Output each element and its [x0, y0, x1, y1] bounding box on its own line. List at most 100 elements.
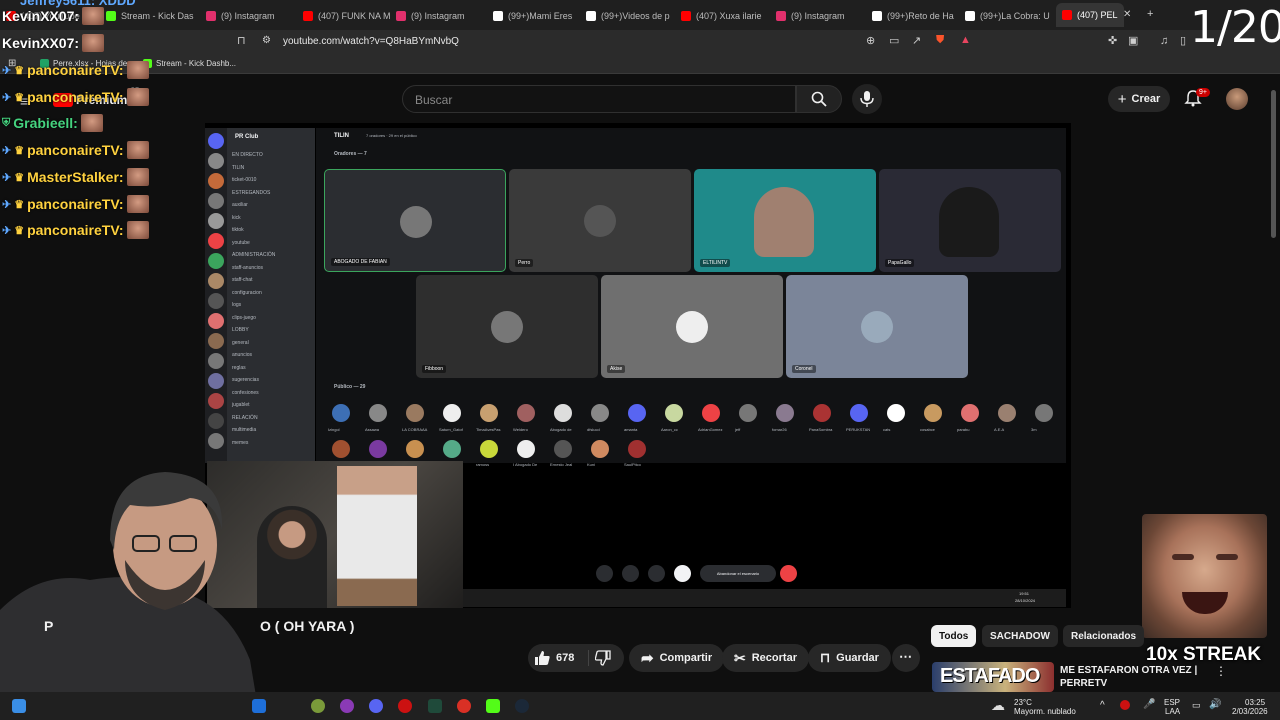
audience-avatar[interactable]: [406, 440, 424, 458]
stage-disconnect-button[interactable]: [780, 565, 797, 582]
url-text[interactable]: youtube.com/watch?v=Q8HaBYmNvbQ: [283, 36, 459, 47]
discord-server-icon[interactable]: [208, 393, 224, 409]
discord-server-icon[interactable]: [208, 193, 224, 209]
extensions-icon[interactable]: ✜: [1108, 36, 1117, 47]
tray-mic-icon[interactable]: 🎤: [1143, 699, 1155, 710]
bookmark-kick[interactable]: Stream - Kick Dashb...: [143, 59, 236, 68]
recommended-title[interactable]: ME ESTAFARON OTRA VEZ | PERRETV: [1060, 664, 1210, 690]
discord-server-icon[interactable]: [208, 353, 224, 369]
speaker-tile[interactable]: PapaGallo: [879, 169, 1061, 272]
audience-avatar[interactable]: [591, 404, 609, 422]
audience-avatar[interactable]: [369, 440, 387, 458]
zoom-icon[interactable]: ⊕: [866, 36, 875, 47]
audience-avatar[interactable]: [554, 440, 572, 458]
windows-start-icon[interactable]: [12, 699, 26, 713]
audience-avatar[interactable]: [628, 404, 646, 422]
audience-avatar[interactable]: [480, 440, 498, 458]
discord-server-icon[interactable]: [208, 153, 224, 169]
discord-channel-item[interactable]: ticket-0010: [232, 177, 256, 183]
stage-mute-button[interactable]: [596, 565, 613, 582]
speaker-tile[interactable]: Coronel: [786, 275, 968, 378]
discord-channel-item[interactable]: general: [232, 340, 249, 346]
browser-tab[interactable]: (407) Xuxa ilarie: [681, 6, 762, 26]
speaker-tile[interactable]: Akise: [601, 275, 783, 378]
audience-avatar[interactable]: [739, 404, 757, 422]
discord-taskbar-icon[interactable]: [369, 699, 383, 713]
create-button[interactable]: + Crear: [1108, 86, 1170, 112]
new-tab-icon[interactable]: +: [1147, 9, 1153, 20]
browser-tab[interactable]: (99+)La Cobra: U: [965, 6, 1050, 26]
dislike-button[interactable]: [590, 644, 624, 672]
audience-avatar[interactable]: [554, 404, 572, 422]
discord-channel-item[interactable]: anuncios: [232, 352, 252, 358]
taskbar-app-2-icon[interactable]: [311, 699, 325, 713]
share-button[interactable]: ➦ Compartir: [629, 644, 725, 672]
tray-app-icon[interactable]: [1120, 700, 1130, 710]
brave-rewards-icon[interactable]: ▲: [960, 35, 971, 46]
discord-channel-item[interactable]: TILIN: [232, 165, 244, 171]
browser-tab[interactable]: (9) Instagram: [776, 6, 845, 26]
recommended-thumbnail[interactable]: ESTAFADO: [932, 662, 1054, 692]
stage-camera-button[interactable]: [622, 565, 639, 582]
audience-avatar[interactable]: [480, 404, 498, 422]
discord-server-icon[interactable]: [208, 233, 224, 249]
media-icon[interactable]: ♫: [1160, 36, 1168, 47]
browser-tab[interactable]: (9) Instagram: [206, 6, 275, 26]
stage-share-button[interactable]: [648, 565, 665, 582]
weather-desc[interactable]: Mayorm. nublado: [1014, 707, 1076, 717]
audience-avatar[interactable]: [406, 404, 424, 422]
like-button[interactable]: 678: [528, 644, 588, 672]
page-scrollbar[interactable]: [1271, 90, 1276, 238]
discord-channel-item[interactable]: kick: [232, 215, 241, 221]
browser-tab[interactable]: (99+)Reto de Ha: [872, 6, 954, 26]
discord-server-icon[interactable]: [208, 273, 224, 289]
discord-server-icon[interactable]: [208, 133, 224, 149]
opera-taskbar-icon[interactable]: [398, 699, 412, 713]
close-tab-icon[interactable]: ✕: [1123, 10, 1131, 20]
language-layout[interactable]: LAA: [1165, 707, 1180, 717]
discord-channel-item[interactable]: RELACIÓN: [232, 415, 258, 421]
recommended-menu-icon[interactable]: ⋮: [1215, 664, 1227, 678]
cast-icon[interactable]: ▭: [889, 36, 899, 47]
audience-avatar[interactable]: [517, 404, 535, 422]
stage-leave-button[interactable]: Abandonar el escenario: [700, 565, 776, 582]
chip-sachadow[interactable]: SACHADOW: [982, 625, 1058, 647]
audience-avatar[interactable]: [850, 404, 868, 422]
discord-server-icon[interactable]: [208, 173, 224, 189]
audience-avatar[interactable]: [665, 404, 683, 422]
chip-todos[interactable]: Todos: [931, 625, 977, 647]
audience-avatar[interactable]: [591, 440, 609, 458]
bookmark-icon[interactable]: ⊓: [237, 36, 246, 47]
search-button[interactable]: [796, 85, 842, 113]
speaker-tile[interactable]: ELTILINTV: [694, 169, 876, 272]
discord-channel-item[interactable]: configuracion: [232, 290, 262, 296]
browser-tab[interactable]: (9) Instagram: [396, 6, 465, 26]
save-button[interactable]: ⊓ Guardar: [808, 644, 891, 672]
discord-channel-item[interactable]: logs: [232, 302, 241, 308]
browser-tab[interactable]: (407) PEL: [1056, 3, 1124, 27]
audience-avatar[interactable]: [443, 404, 461, 422]
discord-server-icon[interactable]: [208, 293, 224, 309]
discord-server-icon[interactable]: [208, 413, 224, 429]
discord-channel-item[interactable]: clips-juego: [232, 315, 256, 321]
audience-avatar[interactable]: [1035, 404, 1053, 422]
audience-avatar[interactable]: [961, 404, 979, 422]
taskbar-app-3-icon[interactable]: [340, 699, 354, 713]
voice-search-button[interactable]: [852, 84, 882, 114]
discord-channel-item[interactable]: reglas: [232, 365, 246, 371]
discord-server-icon[interactable]: [208, 213, 224, 229]
chrome-taskbar-icon[interactable]: [457, 699, 471, 713]
brave-shield-icon[interactable]: ⛊: [936, 35, 944, 46]
audience-avatar[interactable]: [776, 404, 794, 422]
discord-server-icon[interactable]: [208, 253, 224, 269]
more-actions-button[interactable]: ⋯: [892, 644, 920, 672]
discord-channel-item[interactable]: ESTREGANDOS: [232, 190, 270, 196]
discord-server-icon[interactable]: [208, 433, 224, 449]
discord-channel-item[interactable]: youtube: [232, 240, 250, 246]
speaker-tile[interactable]: Fibboon: [416, 275, 598, 378]
user-avatar[interactable]: [1226, 88, 1248, 110]
search-input[interactable]: Buscar: [402, 85, 796, 113]
audience-avatar[interactable]: [332, 404, 350, 422]
audience-avatar[interactable]: [998, 404, 1016, 422]
audience-avatar[interactable]: [813, 404, 831, 422]
